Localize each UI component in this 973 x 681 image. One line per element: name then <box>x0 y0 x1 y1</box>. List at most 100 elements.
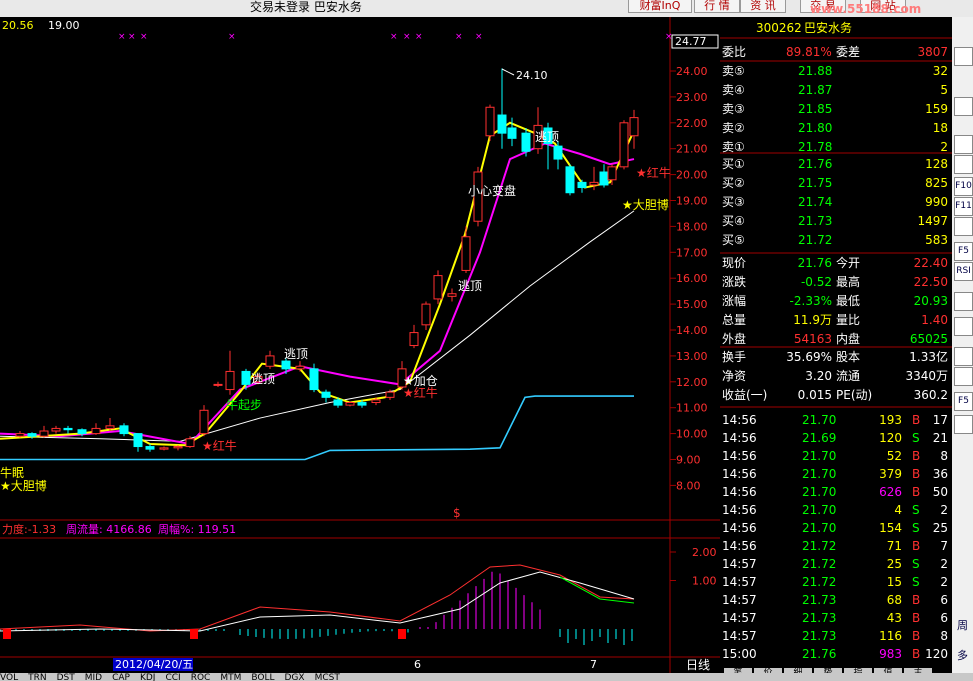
price-tick-label: 9.00 <box>676 454 701 467</box>
stat-value: -2.33% <box>789 294 832 308</box>
candle-body <box>225 370 235 391</box>
tick-volume: 71 <box>886 539 902 553</box>
tick-volume: 4 <box>894 503 902 517</box>
stat-value: 35.69% <box>786 350 832 364</box>
stat-value: 22.40 <box>913 256 948 270</box>
sidebar-tool-button[interactable] <box>954 217 973 236</box>
peak-pointer <box>501 68 515 76</box>
indicator-tab[interactable]: MTM <box>220 673 241 681</box>
sidebar-tool-button[interactable]: F5 <box>954 392 973 411</box>
tick-volume: 68 <box>886 593 902 607</box>
sidebar-tool-button[interactable] <box>954 347 973 366</box>
sidebar-tool-button[interactable] <box>954 47 973 66</box>
indicator-tab[interactable]: DST <box>57 673 75 681</box>
tick-price: 21.73 <box>802 629 837 643</box>
ma-white-path <box>0 210 635 442</box>
stat-value: -0.52 <box>800 275 832 289</box>
tick-row[interactable]: 14:56 21.70 154 S 25 <box>720 519 952 537</box>
tick-time: 14:56 <box>722 503 757 517</box>
order-volume: 990 <box>925 195 948 209</box>
label-bull-start: 牛起步 <box>226 397 262 412</box>
tick-row[interactable]: 14:56 21.72 71 B 7 <box>720 537 952 555</box>
tick-bs: B <box>912 413 921 427</box>
tick-price: 21.69 <box>802 431 837 445</box>
tab-wealth[interactable]: 财富InQ <box>628 0 692 13</box>
order-price: 21.80 <box>798 121 833 135</box>
indicator-volume: 周流量: 4166.86 <box>66 522 152 536</box>
tick-time: 14:57 <box>722 575 757 589</box>
sidebar-period-button[interactable]: 周 <box>954 617 971 634</box>
order-volume: 128 <box>925 157 948 171</box>
sidebar-period-button[interactable]: 多 <box>954 647 971 664</box>
tick-time: 14:56 <box>722 521 757 535</box>
tab-quotes[interactable]: 行 情 <box>694 0 740 13</box>
tick-price: 21.70 <box>802 449 837 463</box>
tick-row[interactable]: 15:00 21.76 983 B 120 <box>720 645 952 663</box>
sidebar-tool-button[interactable] <box>954 415 973 434</box>
marker-red-3 <box>398 629 406 639</box>
tick-row[interactable]: 14:57 21.73 43 B 6 <box>720 609 952 627</box>
tick-row[interactable]: 14:57 21.72 25 S 2 <box>720 555 952 573</box>
tick-bs: B <box>912 449 921 463</box>
sidebar-tool-button[interactable] <box>954 317 973 336</box>
candle-body <box>241 370 251 385</box>
indicator-tab[interactable]: TRN <box>28 673 46 681</box>
indicator-tab[interactable]: CCI <box>165 673 180 681</box>
tick-row[interactable]: 14:56 21.70 193 B 17 <box>720 411 952 429</box>
current-price-text: 24.77 <box>675 35 707 48</box>
tick-price: 21.73 <box>802 611 837 625</box>
period-label[interactable]: 日线 <box>686 658 710 672</box>
indicator-tab[interactable]: DGX <box>285 673 305 681</box>
candle-body <box>39 430 49 437</box>
stats-row: 现价 21.76 今开 22.40 <box>720 254 952 272</box>
indicator-tab[interactable]: MCST <box>315 673 340 681</box>
tick-row[interactable]: 14:56 21.70 52 B 8 <box>720 447 952 465</box>
tick-row[interactable]: 14:57 21.73 116 B 8 <box>720 627 952 645</box>
order-price: 21.76 <box>798 157 833 171</box>
label-small-change: 小心变盘 <box>468 183 516 198</box>
sidebar-tool-button[interactable]: F10 <box>954 177 973 196</box>
candle-body <box>409 332 419 347</box>
tick-row[interactable]: 14:56 21.70 4 S 2 <box>720 501 952 519</box>
tick-price: 21.72 <box>802 557 837 571</box>
sidebar-tool-button[interactable] <box>954 367 973 386</box>
sidebar-tool-button[interactable] <box>954 292 973 311</box>
signal-marker: × <box>128 32 136 42</box>
sidebar-tool-button[interactable] <box>954 155 973 174</box>
indicator-tab[interactable]: ROC <box>191 673 211 681</box>
tick-time: 14:57 <box>722 557 757 571</box>
tick-row[interactable]: 14:57 21.73 68 B 6 <box>720 591 952 609</box>
tick-row[interactable]: 14:56 21.69 120 S 21 <box>720 429 952 447</box>
tick-row[interactable]: 14:57 21.72 15 S 2 <box>720 573 952 591</box>
indicator-tab[interactable]: MID <box>85 673 102 681</box>
indicator-tab[interactable]: KDJ <box>140 673 156 681</box>
kline-chart[interactable]: 20.56 19.00 24.00 23.00 22.00 21.00 20.00 19.… <box>0 17 720 673</box>
tick-price: 21.70 <box>802 521 837 535</box>
weibi-value: 89.81% <box>786 45 832 59</box>
order-label: 卖① <box>722 140 745 154</box>
sidebar-tool-button[interactable] <box>954 135 973 154</box>
tab-info[interactable]: 资 讯 <box>740 0 786 13</box>
tick-row[interactable]: 14:56 21.70 379 B 36 <box>720 465 952 483</box>
indicator-tab[interactable]: VOL <box>0 673 18 681</box>
sidebar-tool-button[interactable]: F5 <box>954 242 973 261</box>
candle-body <box>565 166 575 194</box>
tick-bs: B <box>912 647 921 661</box>
signal-marker: × <box>403 32 411 42</box>
order-volume: 32 <box>932 64 948 78</box>
sidebar-tool-button[interactable]: RSI <box>954 262 973 281</box>
signal-marker: × <box>415 32 423 42</box>
candle-body <box>507 127 517 139</box>
quote-header: 300262 巴安水务 <box>720 19 952 37</box>
indicator-tab[interactable]: CAP <box>112 673 130 681</box>
tick-volume: 193 <box>879 413 902 427</box>
indicator-tab[interactable]: BOLL <box>251 673 274 681</box>
tick-time: 14:56 <box>722 449 757 463</box>
order-volume: 1497 <box>917 214 948 228</box>
tick-row[interactable]: 14:56 21.70 626 B 50 <box>720 483 952 501</box>
sidebar-tool-button[interactable]: F11 <box>954 197 973 216</box>
sidebar-tool-button[interactable] <box>954 97 973 116</box>
candle-body <box>309 368 319 391</box>
candle-body <box>213 383 223 386</box>
tick-time: 14:57 <box>722 611 757 625</box>
